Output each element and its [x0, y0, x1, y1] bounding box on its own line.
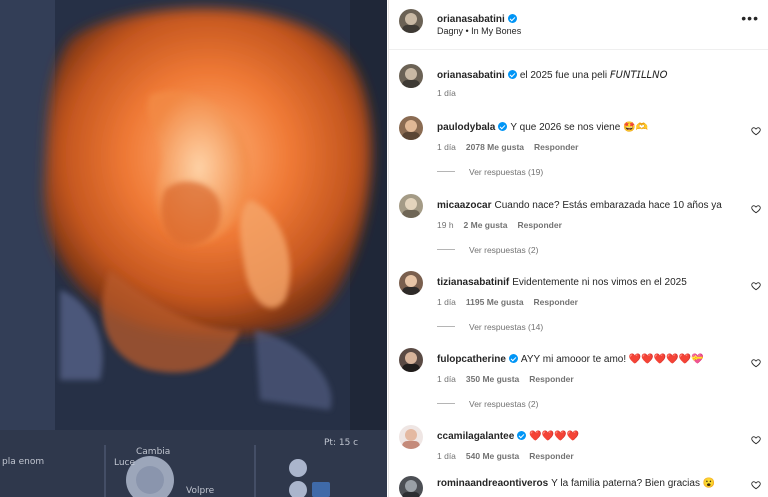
- comment-text: ❤️❤️❤️❤️: [529, 431, 580, 442]
- scan-label: pla enom: [2, 457, 45, 467]
- avatar[interactable]: [399, 64, 423, 88]
- ultrasound-image: [0, 0, 387, 497]
- reply-button[interactable]: Responder: [529, 451, 573, 461]
- verified-badge-icon: [507, 70, 517, 79]
- view-replies-button[interactable]: Ver respuestas (14): [437, 322, 543, 332]
- avatar[interactable]: [399, 194, 423, 218]
- like-heart-icon[interactable]: [751, 126, 761, 136]
- comment-likes[interactable]: 350 Me gusta: [466, 374, 519, 384]
- comments-panel: orianasabatini Dagny • In My Bones ••• o…: [388, 0, 768, 497]
- verified-badge-icon: [507, 14, 517, 23]
- comment-time: 1 día: [437, 451, 456, 461]
- reply-button[interactable]: Responder: [517, 220, 561, 230]
- comment-text: Y que 2026 se nos viene 🤩🫶: [510, 122, 648, 133]
- scan-label: Luce: [114, 458, 136, 468]
- post-header: orianasabatini Dagny • In My Bones •••: [389, 0, 768, 50]
- reply-button[interactable]: Responder: [534, 142, 578, 152]
- view-replies-button[interactable]: Ver respuestas (2): [437, 399, 538, 409]
- like-heart-icon[interactable]: [751, 281, 761, 291]
- scan-label: Volpre: [186, 486, 215, 496]
- verified-badge-icon: [517, 431, 527, 440]
- comment-username[interactable]: tizianasabatinif: [437, 277, 509, 288]
- verified-badge-icon: [498, 122, 508, 131]
- comment-item: fulopcatherine AYY mi amooor te amo! ❤️❤️…: [389, 348, 768, 414]
- verified-badge-icon: [508, 354, 518, 363]
- comment-time: 1 día: [437, 142, 456, 152]
- comment-likes[interactable]: 2078 Me gusta: [466, 142, 524, 152]
- comment-item: rominaandreaontiveros Y la familia patern…: [389, 476, 768, 497]
- like-heart-icon[interactable]: [751, 480, 761, 490]
- like-heart-icon[interactable]: [751, 204, 761, 214]
- comment-username[interactable]: rominaandreaontiveros: [437, 478, 548, 489]
- view-replies-button[interactable]: Ver respuestas (2): [437, 245, 538, 255]
- avatar[interactable]: [399, 425, 423, 449]
- comment-item: tizianasabatinif Evidentemente ni nos vim…: [389, 271, 768, 337]
- scan-label: Pt: 15 c: [324, 438, 359, 448]
- music-info[interactable]: Dagny • In My Bones: [437, 26, 521, 36]
- more-options-icon[interactable]: •••: [741, 10, 759, 26]
- reply-button[interactable]: Responder: [534, 297, 578, 307]
- comment-time: 19 h: [437, 220, 454, 230]
- comment-likes[interactable]: 1195 Me gusta: [466, 297, 524, 307]
- avatar[interactable]: [399, 348, 423, 372]
- comment-item: ccamilagalantee ❤️❤️❤️❤️ 1 día 540 Me gust…: [389, 425, 768, 465]
- view-replies-button[interactable]: Ver respuestas (19): [437, 167, 543, 177]
- comment-username[interactable]: ccamilagalantee: [437, 431, 514, 442]
- caption-time: 1 día: [437, 88, 456, 98]
- avatar[interactable]: [399, 116, 423, 140]
- reply-button[interactable]: Responder: [529, 374, 573, 384]
- like-heart-icon[interactable]: [751, 358, 761, 368]
- comment-text: Cuando nace? Estás embarazada hace 10 añ…: [494, 200, 722, 211]
- comment-likes[interactable]: 2 Me gusta: [464, 220, 508, 230]
- avatar[interactable]: [399, 271, 423, 295]
- avatar[interactable]: [399, 476, 423, 497]
- post-media[interactable]: Cambia Luce Volpre pla enom Pt: 15 c: [0, 0, 387, 497]
- header-username[interactable]: orianasabatini: [437, 14, 505, 25]
- comment-item: micaazocar Cuando nace? Estás embarazada …: [389, 194, 768, 260]
- comment-time: 1 día: [437, 374, 456, 384]
- comment-likes[interactable]: 540 Me gusta: [466, 451, 519, 461]
- comment-time: 1 día: [437, 297, 456, 307]
- comment-username[interactable]: paulodybala: [437, 122, 495, 133]
- like-heart-icon[interactable]: [751, 435, 761, 445]
- caption: orianasabatini el 2025 fue una peli 𝘍𝘜𝘕𝘛𝘐…: [389, 64, 768, 104]
- comment-text: Evidentemente ni nos vimos en el 2025: [512, 277, 687, 288]
- caption-username[interactable]: orianasabatini: [437, 70, 505, 81]
- scan-label: Cambia: [136, 447, 171, 457]
- comment-username[interactable]: fulopcatherine: [437, 354, 506, 365]
- comment-text: Y la familia paterna? Bien gracias 😮: [551, 478, 716, 489]
- comment-text: AYY mi amooor te amo! ❤️❤️❤️❤️❤️💝: [520, 354, 704, 365]
- comment-item: paulodybala Y que 2026 se nos viene 🤩🫶 1 …: [389, 116, 768, 182]
- avatar[interactable]: [399, 9, 423, 33]
- caption-text: el 2025 fue una peli 𝘍𝘜𝘕𝘛𝘐𝘓𝘓𝘕𝘖: [519, 70, 668, 81]
- comment-username[interactable]: micaazocar: [437, 200, 491, 211]
